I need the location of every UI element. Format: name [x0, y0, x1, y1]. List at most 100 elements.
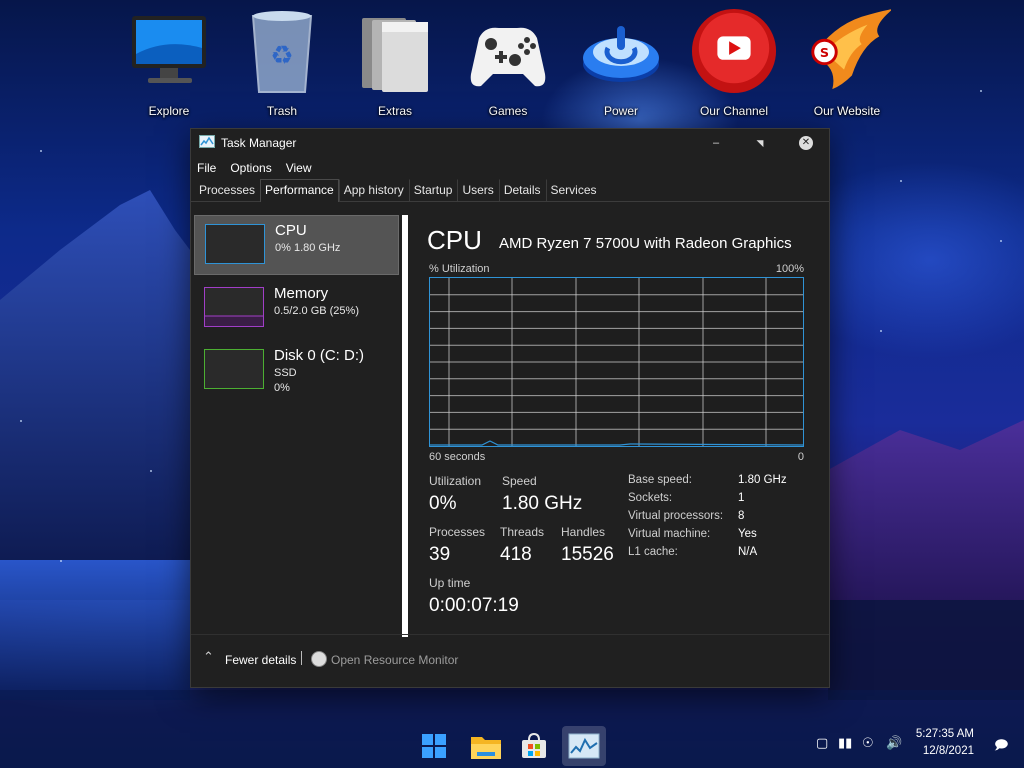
- chevron-up-icon[interactable]: ⌃: [203, 649, 214, 665]
- menu-bar: File Options View: [191, 157, 829, 179]
- desktop-icon-power[interactable]: Power: [573, 6, 669, 118]
- handles-label: Handles: [561, 525, 606, 539]
- tab-processes[interactable]: Processes: [195, 179, 260, 201]
- task-manager-icon: [199, 135, 215, 151]
- tab-services[interactable]: Services: [545, 179, 602, 201]
- resource-value: 0% 1.80 GHz: [275, 242, 341, 254]
- spec-base-speed-label: Base speed:: [628, 474, 692, 486]
- restore-icon: ◥: [756, 137, 764, 148]
- resource-value: SSD: [274, 367, 297, 379]
- notifications-icon[interactable]: 🗩: [994, 736, 1008, 758]
- desktop-icon-extras[interactable]: Extras: [347, 6, 443, 118]
- desktop-icon-label: Games: [488, 104, 528, 118]
- tab-performance[interactable]: Performance: [260, 179, 339, 202]
- memory-mini-graph: [204, 287, 264, 327]
- desktop-icon-label: Extras: [377, 104, 412, 118]
- tab-strip: Processes Performance App history Startu…: [191, 179, 829, 202]
- spec-virtual-machine-value: Yes: [738, 528, 757, 540]
- resource-item-cpu[interactable]: CPU 0% 1.80 GHz: [194, 215, 399, 275]
- graph-y-max: 100%: [775, 263, 804, 275]
- taskbar: ▢ ▮▮ ☉ 🔊 5:27:35 AM 12/8/2021 🗩: [0, 720, 1024, 768]
- pane-splitter[interactable]: [402, 215, 408, 637]
- desktop-icon-label: Power: [603, 104, 638, 118]
- processes-value: 39: [429, 544, 451, 565]
- computer-icon: [125, 6, 213, 96]
- phoenix-logo-icon: S: [803, 6, 891, 96]
- task-manager-icon: [568, 733, 600, 759]
- handles-value: 15526: [561, 544, 614, 565]
- resource-value: 0.5/2.0 GB (25%): [274, 305, 359, 317]
- folder-icon: [351, 6, 439, 96]
- cpu-model: AMD Ryzen 7 5700U with Radeon Graphics: [499, 235, 792, 252]
- desktop-icon-label: Our Website: [813, 104, 881, 118]
- uptime-label: Up time: [429, 576, 471, 590]
- volume-icon[interactable]: 🔊: [886, 736, 902, 751]
- clock[interactable]: 5:27:35 AM 12/8/2021: [916, 726, 974, 760]
- spec-virtual-machine-label: Virtual machine:: [628, 528, 711, 540]
- store-button[interactable]: [514, 726, 554, 766]
- tab-users[interactable]: Users: [457, 179, 498, 201]
- fewer-details-link[interactable]: Fewer details: [225, 653, 296, 667]
- file-explorer-button[interactable]: [466, 726, 506, 766]
- cpu-utilization-graph: [429, 277, 804, 447]
- close-button[interactable]: ✕: [783, 129, 829, 157]
- resource-item-disk[interactable]: Disk 0 (C: D:) SSD 0%: [194, 341, 399, 399]
- open-resource-monitor-link[interactable]: Open Resource Monitor: [331, 653, 458, 667]
- spec-base-speed-value: 1.80 GHz: [738, 474, 787, 486]
- notification-chevron-icon[interactable]: ▢: [816, 736, 828, 751]
- desktop-icon-trash[interactable]: ♻ Trash: [234, 6, 330, 118]
- utilization-value: 0%: [429, 493, 457, 514]
- maximize-button[interactable]: ◥: [737, 129, 783, 157]
- graph-y-min: 0: [797, 451, 804, 463]
- resource-name: Memory: [274, 285, 329, 302]
- svg-text:♻: ♻: [270, 41, 293, 71]
- recycle-bin-icon: ♻: [238, 6, 326, 96]
- tab-startup[interactable]: Startup: [408, 179, 458, 201]
- svg-text:S: S: [820, 45, 829, 60]
- task-manager-taskbar-button[interactable]: [562, 726, 606, 766]
- page-title: CPU: [427, 225, 482, 255]
- resource-item-memory[interactable]: Memory 0.5/2.0 GB (25%): [194, 279, 399, 337]
- network-icon[interactable]: ☉: [862, 736, 874, 751]
- desktop-icon-label: Our Channel: [699, 104, 769, 118]
- start-button[interactable]: [414, 726, 454, 766]
- spec-sockets-label: Sockets:: [628, 492, 673, 504]
- desktop-icon-explore[interactable]: Explore: [121, 6, 217, 118]
- minimize-icon: –: [712, 137, 720, 149]
- close-icon: ✕: [799, 136, 813, 150]
- spec-virtual-processors-label: Virtual processors:: [628, 510, 724, 522]
- window-title: Task Manager: [221, 136, 297, 150]
- clock-date: 12/8/2021: [922, 745, 974, 757]
- desktop-icon-our-website[interactable]: S Our Website: [799, 6, 895, 118]
- threads-label: Threads: [500, 525, 545, 539]
- battery-icon[interactable]: ▮▮: [838, 736, 852, 751]
- desktop-icon-label: Explore: [148, 104, 190, 118]
- tab-app-history[interactable]: App history: [338, 179, 409, 201]
- task-manager-window[interactable]: Task Manager – ◥ ✕ File Options View Pro…: [190, 128, 830, 688]
- minimize-button[interactable]: –: [693, 129, 739, 157]
- youtube-icon: [690, 6, 778, 96]
- spec-virtual-processors-value: 8: [738, 510, 745, 522]
- desktop-icon-label: Trash: [266, 104, 298, 118]
- spec-sockets-value: 1: [738, 492, 745, 504]
- menu-file[interactable]: File: [197, 161, 216, 175]
- footer-divider: [301, 651, 302, 665]
- utilization-label: Utilization: [429, 474, 482, 488]
- desktop-icon-games[interactable]: Games: [460, 6, 556, 118]
- menu-options[interactable]: Options: [230, 161, 271, 175]
- tab-details[interactable]: Details: [498, 179, 546, 201]
- resource-list: CPU 0% 1.80 GHz Memory 0.5/2.0 GB (25%) …: [194, 215, 399, 640]
- resource-name: Disk 0 (C: D:): [274, 347, 364, 364]
- clock-time: 5:27:35 AM: [915, 728, 974, 740]
- disk-mini-graph: [204, 349, 264, 389]
- cpu-mini-graph: [205, 224, 265, 264]
- desktop-icon-our-channel[interactable]: Our Channel: [686, 6, 782, 118]
- graph-x-label: 60 seconds: [429, 451, 486, 463]
- processes-label: Processes: [429, 525, 486, 539]
- menu-view[interactable]: View: [286, 161, 312, 175]
- gamepad-icon: [464, 6, 552, 96]
- windows-start-icon: [422, 734, 446, 758]
- power-icon: [577, 6, 665, 96]
- folder-icon: [471, 737, 501, 759]
- speed-label: Speed: [502, 474, 537, 488]
